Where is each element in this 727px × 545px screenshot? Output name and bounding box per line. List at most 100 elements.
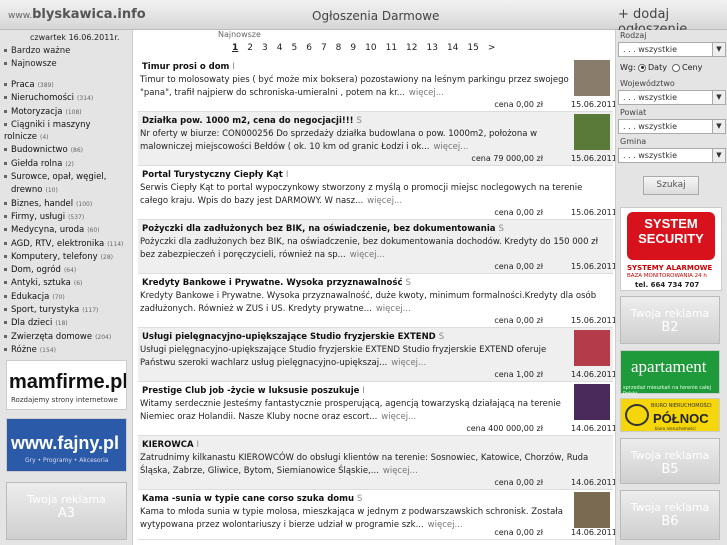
- category-count: (537): [68, 213, 85, 221]
- polnoc-logo-icon: [625, 404, 649, 426]
- more-link[interactable]: więcej...: [391, 358, 426, 368]
- category-item[interactable]: Firmy, usługi (537): [4, 211, 130, 224]
- category-item[interactable]: Dla dzieci (18): [4, 317, 130, 330]
- page-link[interactable]: 15: [467, 43, 478, 53]
- more-link[interactable]: więcej...: [367, 196, 402, 206]
- sort-by-price-radio[interactable]: Ceny: [672, 63, 702, 72]
- listing-item[interactable]: Kredyty Bankowe i Prywatne. Wysoka przyz…: [138, 274, 617, 328]
- wojewodztwo-label: Województwo: [620, 79, 675, 88]
- category-item[interactable]: Dom, ogród (64): [4, 264, 130, 277]
- more-link[interactable]: więcej...: [409, 88, 444, 98]
- more-link[interactable]: więcej...: [383, 466, 418, 476]
- category-item[interactable]: Komputery, telefony (28): [4, 251, 130, 264]
- category-item[interactable]: Surowce, opał, węgiel,: [4, 171, 130, 184]
- listing-item[interactable]: Timur prosi o dom I Timur to molosowaty pi…: [138, 58, 617, 112]
- category-item[interactable]: Medycyna, uroda (60): [4, 224, 130, 237]
- link-newest[interactable]: Najnowsze: [4, 59, 70, 72]
- gmina-select[interactable]: . . . wszystkie ▼: [618, 148, 726, 163]
- listing-title[interactable]: Pożyczki dla zadłużonych bez BIK, na ośw…: [142, 224, 504, 234]
- more-link[interactable]: więcej...: [381, 412, 416, 422]
- pagination: 1 2 3 4 5 6 7 8 9 10 11 12 13 14 15 >: [232, 43, 504, 53]
- page-link[interactable]: 2: [247, 43, 253, 53]
- listing-item[interactable]: KIEROWCA I Zatrudnimy kilkanastu KIEROWCÓW…: [138, 436, 617, 490]
- link-important[interactable]: Bardzo ważne: [4, 46, 70, 59]
- banner-system-security[interactable]: SYSTEM SECURITY SYSTEMY ALARMOWE BAZA MO…: [620, 207, 722, 291]
- category-item[interactable]: Sport, turystyka (117): [4, 304, 130, 317]
- category-item[interactable]: Ciągniki i maszyny rolnicze (4): [4, 119, 130, 145]
- powiat-select[interactable]: . . . wszystkie ▼: [618, 119, 726, 134]
- listing-thumbnail[interactable]: [574, 114, 610, 150]
- page-link[interactable]: 4: [277, 43, 283, 53]
- listing-item[interactable]: Usługi pielęgnacyjno-upiększające Studio…: [138, 328, 617, 382]
- banner-fajny[interactable]: www.fajny.pl Gry • Programy • Akcesoria: [6, 418, 127, 472]
- listing-title[interactable]: Timur prosi o dom I: [142, 62, 235, 72]
- listing-thumbnail[interactable]: [574, 60, 610, 96]
- category-item[interactable]: AGD, RTV, elektronika (114): [4, 238, 130, 251]
- ad-slot-b2[interactable]: Twoja reklama B2: [620, 296, 720, 344]
- listing-title[interactable]: Portal Turystyczny Ciepły Kąt I: [142, 170, 288, 180]
- chevron-down-icon: ▼: [712, 43, 725, 56]
- category-item[interactable]: Budownictwo (86): [4, 144, 130, 157]
- more-link[interactable]: więcej...: [350, 250, 385, 260]
- ad-slot-b6[interactable]: Twoja reklama B6: [620, 490, 720, 540]
- category-item[interactable]: Zwierzęta domowe (204): [4, 331, 130, 344]
- page-link[interactable]: 13: [427, 43, 438, 53]
- listing-title[interactable]: Prestige Club job -życie w luksusie posz…: [142, 386, 365, 396]
- listing-item[interactable]: Portal Turystyczny Ciepły Kąt I Serwis Cie…: [138, 166, 617, 220]
- page-link[interactable]: 8: [336, 43, 342, 53]
- ad-slot-b5[interactable]: Twoja reklama B5: [620, 438, 720, 484]
- page-link[interactable]: 7: [321, 43, 327, 53]
- page-link[interactable]: 5: [291, 43, 297, 53]
- listing-item[interactable]: Kama -sunia w typie cane corso szuka dom…: [138, 490, 617, 540]
- page-link[interactable]: 1: [232, 43, 238, 53]
- more-link[interactable]: więcej...: [433, 142, 468, 152]
- page-link[interactable]: 12: [406, 43, 417, 53]
- listing-title[interactable]: Usługi pielęgnacyjno-upiększające Studio…: [142, 332, 444, 342]
- listing-list: Timur prosi o dom I Timur to molosowaty pi…: [138, 58, 617, 540]
- ad-slot-a3[interactable]: Twoja reklama A3: [6, 482, 127, 540]
- category-item[interactable]: Nieruchomości (314): [4, 92, 130, 105]
- listing-thumbnail[interactable]: [574, 330, 610, 366]
- search-button[interactable]: Szukaj: [643, 176, 699, 195]
- page-link[interactable]: 6: [306, 43, 312, 53]
- category-item[interactable]: Różne (154): [4, 344, 130, 357]
- category-count: (28): [100, 253, 113, 261]
- page-link[interactable]: 11: [386, 43, 397, 53]
- bullet-icon: [4, 161, 7, 165]
- site-logo[interactable]: www.blyskawica.info: [8, 7, 146, 22]
- next-page-link[interactable]: >: [488, 43, 496, 53]
- listing-title[interactable]: Kredyty Bankowe i Prywatne. Wysoka przyz…: [142, 278, 411, 288]
- category-item[interactable]: Giełda rolna (2): [4, 158, 130, 171]
- bullet-icon: [4, 96, 7, 100]
- listing-title[interactable]: Działka pow. 1000 m2, cena do negocjacji…: [142, 116, 362, 126]
- listing-thumbnail[interactable]: [574, 492, 610, 528]
- category-item[interactable]: Motoryzacja (108): [4, 106, 130, 119]
- listing-item[interactable]: Działka pow. 1000 m2, cena do negocjacji…: [138, 112, 617, 166]
- category-item[interactable]: Biznes, handel (100): [4, 198, 130, 211]
- rodzaj-select[interactable]: . . . wszystkie ▼: [618, 42, 726, 57]
- bullet-icon: [4, 83, 7, 86]
- listing-title[interactable]: Kama -sunia w typie cane corso szuka dom…: [142, 494, 362, 504]
- wojewodztwo-select[interactable]: . . . wszystkie ▼: [618, 90, 726, 105]
- banner-polnoc[interactable]: BIURO NIERUCHOMOŚCI PÓŁNOC biuro nieruch…: [620, 398, 720, 432]
- more-link[interactable]: więcej...: [428, 520, 463, 530]
- sort-by-date-radio[interactable]: Daty: [638, 63, 667, 72]
- category-item[interactable]: Antyki, sztuka (6): [4, 277, 130, 290]
- listing-item[interactable]: Prestige Club job -życie w luksusie posz…: [138, 382, 617, 436]
- page-link[interactable]: 14: [447, 43, 458, 53]
- listing-title[interactable]: KIEROWCA I: [142, 440, 199, 450]
- system-security-logo: SYSTEM SECURITY: [627, 212, 715, 260]
- bullet-icon: [4, 281, 7, 285]
- banner-mamfirme[interactable]: mamfirme.pl Rozdajemy strony internetowe: [6, 360, 127, 410]
- category-item[interactable]: drewno (10): [4, 184, 130, 197]
- page-link[interactable]: 10: [365, 43, 376, 53]
- banner-apartament[interactable]: apartament sprzedaż mieszkań na terenie …: [620, 350, 720, 397]
- listing-item[interactable]: Pożyczki dla zadłużonych bez BIK, na ośw…: [138, 220, 617, 274]
- page-link[interactable]: 3: [262, 43, 268, 53]
- category-item[interactable]: Edukacja (70): [4, 291, 130, 304]
- category-count: (86): [70, 147, 84, 155]
- category-item[interactable]: Praca (389): [4, 79, 130, 92]
- listing-thumbnail[interactable]: [574, 384, 610, 420]
- more-link[interactable]: więcej...: [376, 304, 411, 314]
- page-link[interactable]: 9: [350, 43, 356, 53]
